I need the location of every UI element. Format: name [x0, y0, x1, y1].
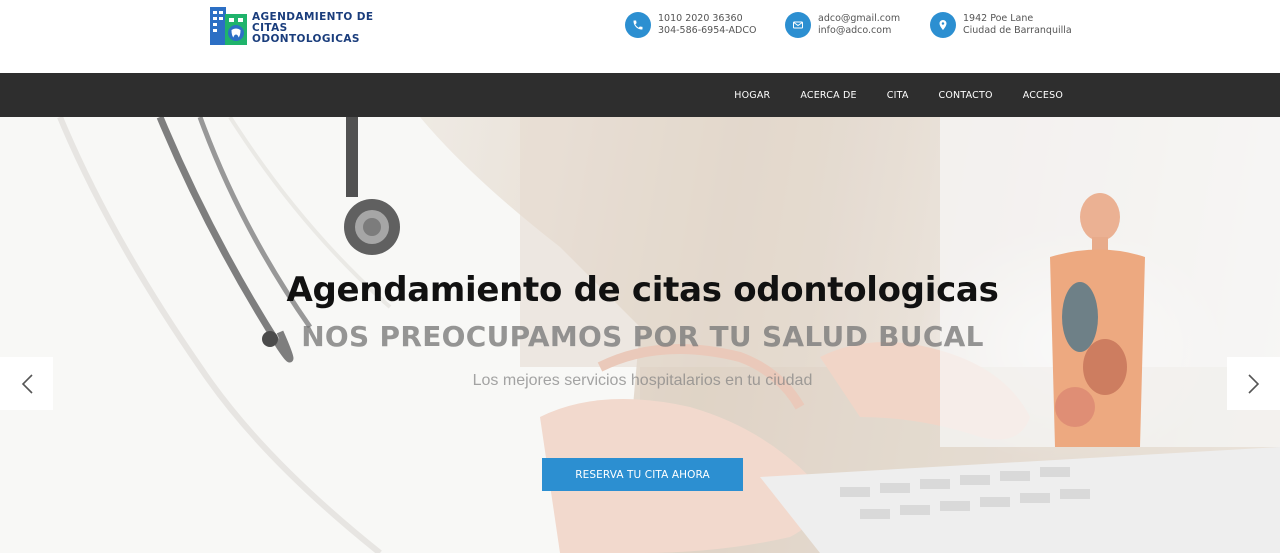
contact-address: 1942 Poe Lane Ciudad de Barranquilla [930, 12, 1072, 38]
hero-subtitle: NOS PREOCUPAMOS POR TU SALUD BUCAL [301, 320, 984, 353]
chevron-right-icon [1247, 373, 1259, 394]
email-line-1[interactable]: adco@gmail.com [818, 13, 900, 25]
nav-item-acerca-de[interactable]: ACERCA DE [800, 90, 856, 101]
contact-phone: 1010 2020 36360 304-586-6954-ADCO [625, 12, 756, 38]
address-line-1: 1942 Poe Lane [963, 13, 1034, 24]
address-line-2: Ciudad de Barranquilla [963, 25, 1072, 36]
nav-menu: HOGAR ACERCA DE CITA CONTACTO ACCESO [704, 73, 1063, 117]
hero-title: Agendamiento de citas odontologicas [286, 270, 999, 310]
brand-name: AGENDAMIENTO DE CITAS ODONTOLOGICAS [252, 12, 382, 45]
brand-name-line3: ODONTOLOGICAS [252, 33, 360, 45]
top-header: AGENDAMIENTO DE CITAS ODONTOLOGICAS 1010… [0, 0, 1280, 73]
brand[interactable]: AGENDAMIENTO DE CITAS ODONTOLOGICAS [210, 5, 382, 45]
nav-item-contacto[interactable]: CONTACTO [939, 90, 993, 101]
mail-icon [785, 12, 811, 38]
hospital-tooth-icon [210, 5, 248, 45]
phone-line-2: 304-586-6954-ADCO [658, 25, 757, 36]
contact-email: adco@gmail.com info@adco.com [785, 12, 900, 38]
map-pin-icon [930, 12, 956, 38]
book-appointment-button[interactable]: RESERVA TU CITA AHORA [542, 458, 743, 491]
nav-item-acceso[interactable]: ACCESO [1023, 90, 1063, 101]
phone-line-1: 1010 2020 36360 [658, 13, 743, 24]
phone-icon [625, 12, 651, 38]
nav-item-hogar[interactable]: HOGAR [734, 90, 770, 101]
email-line-2[interactable]: info@adco.com [818, 25, 900, 37]
hero-tagline: Los mejores servicios hospitalarios en t… [472, 372, 813, 389]
slider-prev-button[interactable] [0, 357, 53, 410]
hero-slider: Agendamiento de citas odontologicas NOS … [0, 117, 1280, 553]
main-navbar: HOGAR ACERCA DE CITA CONTACTO ACCESO [0, 73, 1280, 117]
slider-next-button[interactable] [1227, 357, 1280, 410]
chevron-left-icon [21, 373, 33, 394]
nav-item-cita[interactable]: CITA [887, 90, 909, 101]
